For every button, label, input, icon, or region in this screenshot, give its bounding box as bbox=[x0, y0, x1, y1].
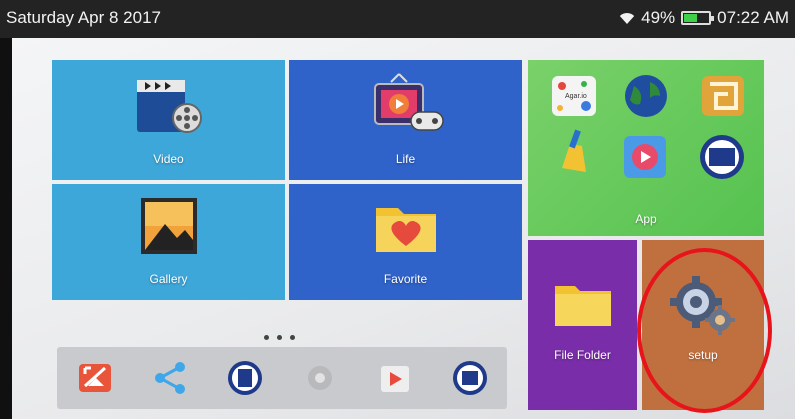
tile-file-folder[interactable]: File Folder bbox=[528, 240, 637, 410]
tile-favorite-label: Favorite bbox=[383, 272, 428, 286]
page-indicator bbox=[264, 335, 295, 340]
app-icon-grid: Agar.io bbox=[552, 75, 744, 179]
status-time: 07:22 AM bbox=[717, 8, 789, 27]
tv-gamepad-icon bbox=[373, 73, 444, 131]
video-app-icon bbox=[624, 136, 666, 178]
maze-game-icon bbox=[702, 76, 744, 116]
status-date: Saturday Apr 8 2017 bbox=[6, 8, 162, 27]
tile-file-folder-label: File Folder bbox=[554, 348, 611, 362]
screen-bezel bbox=[0, 38, 12, 419]
wifi-icon bbox=[619, 12, 635, 24]
broom-cleaner-icon bbox=[562, 129, 586, 172]
tile-video[interactable]: Video bbox=[52, 60, 285, 180]
play-store-icon[interactable] bbox=[376, 359, 414, 397]
settings-gear-icon[interactable] bbox=[301, 359, 339, 397]
tile-gallery-label: Gallery bbox=[149, 272, 188, 286]
tile-favorite[interactable]: Favorite bbox=[289, 184, 522, 300]
tile-video-label: Video bbox=[153, 152, 184, 166]
tile-app[interactable]: Agar.io App bbox=[528, 60, 764, 236]
folder-icon bbox=[554, 286, 611, 326]
page-dot bbox=[264, 335, 269, 340]
gallery-image-icon bbox=[140, 198, 197, 254]
tile-app-label: App bbox=[635, 212, 657, 226]
video-player-icon bbox=[136, 80, 202, 133]
status-right: 49% 07:22 AM bbox=[619, 8, 789, 28]
tile-life[interactable]: Life bbox=[289, 60, 522, 180]
tile-gallery[interactable]: Gallery bbox=[52, 184, 285, 300]
folder-icon[interactable] bbox=[451, 359, 489, 397]
page-dot bbox=[290, 335, 295, 340]
app-dock bbox=[57, 347, 507, 409]
battery-percent: 49% bbox=[641, 8, 676, 27]
tile-life-label: Life bbox=[395, 152, 416, 166]
page-dot bbox=[277, 335, 282, 340]
annotation-highlight-circle bbox=[637, 248, 772, 413]
battery-icon bbox=[681, 11, 715, 25]
agar-io-label: Agar.io bbox=[565, 93, 587, 100]
heart-folder-icon bbox=[375, 208, 436, 252]
launcher-screen: Video Life Gallery Favorite Agar.io App … bbox=[12, 38, 795, 419]
globe-icon bbox=[625, 75, 667, 117]
film-icon[interactable] bbox=[226, 359, 264, 397]
cast-off-icon[interactable] bbox=[76, 359, 114, 397]
status-bar: Saturday Apr 8 2017 49% 07:22 AM bbox=[0, 0, 795, 38]
share-icon[interactable] bbox=[151, 359, 189, 397]
folder-app-icon bbox=[700, 135, 744, 179]
